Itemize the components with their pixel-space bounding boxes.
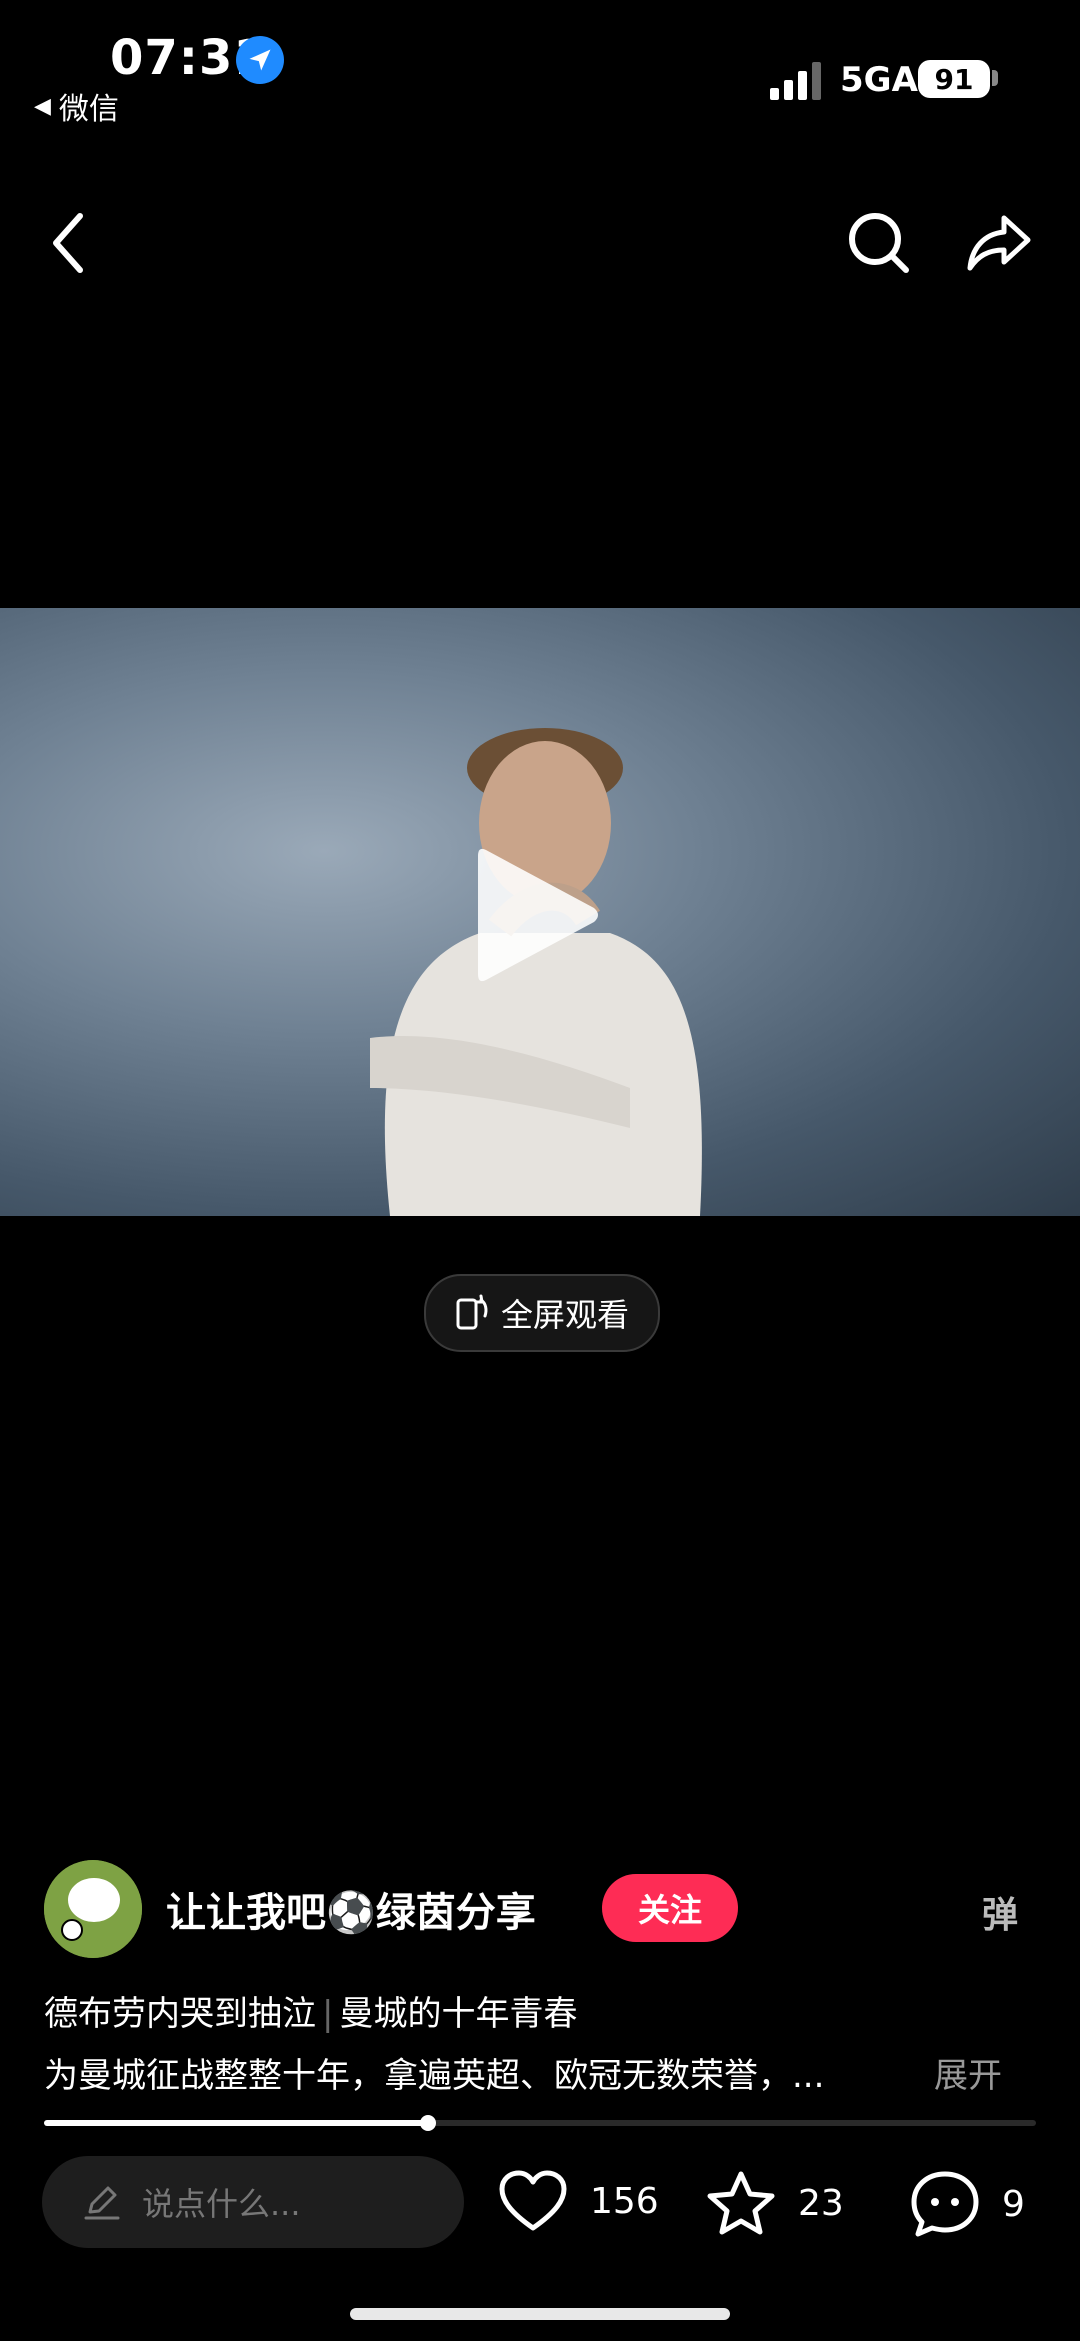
network-type: 5GA (840, 60, 918, 100)
signal-icon (770, 62, 821, 100)
comment-bubble-icon (911, 2171, 979, 2237)
share-icon[interactable] (964, 212, 1034, 274)
video-progress-bar[interactable] (44, 2115, 1036, 2131)
like-button[interactable]: 156 (498, 2170, 659, 2232)
progress-fill (44, 2120, 428, 2126)
follow-button[interactable]: 关注 (602, 1874, 738, 1942)
back-to-app-link[interactable]: ◀ 微信 (34, 84, 119, 128)
title-separator: | (322, 1994, 334, 2034)
video-title: 德布劳内哭到抽泣 | 曼城的十年青春 (44, 1986, 577, 2035)
favorite-button[interactable]: 23 (706, 2170, 844, 2236)
comment-count: 9 (1002, 2183, 1025, 2225)
rotate-fullscreen-icon (456, 1294, 488, 1330)
title-part-1: 德布劳内哭到抽泣 (44, 1994, 316, 2034)
author-name[interactable]: 让让我吧⚽️绿茵分享 (166, 1880, 536, 1938)
heart-icon (499, 2170, 567, 2231)
back-triangle-icon: ◀ (34, 93, 51, 119)
progress-handle[interactable] (419, 2115, 436, 2131)
back-arrow-icon[interactable] (48, 210, 88, 276)
favorite-count: 23 (798, 2182, 844, 2224)
location-arrow-icon (236, 36, 284, 84)
comment-placeholder: 说点什么... (142, 2185, 301, 2223)
battery-indicator: 91 (918, 60, 990, 98)
home-indicator[interactable] (350, 2308, 730, 2320)
avatar[interactable] (44, 1860, 142, 1958)
comment-button[interactable]: 9 (910, 2170, 1025, 2238)
expand-description-link[interactable]: 展开 (934, 2048, 1002, 2097)
fullscreen-label: 全屏观看 (500, 1296, 629, 1334)
video-player[interactable] (0, 608, 1080, 1216)
play-icon[interactable] (472, 840, 602, 990)
like-count: 156 (590, 2180, 659, 2222)
danmaku-toggle[interactable]: 弹 (982, 1886, 1018, 1938)
fullscreen-button[interactable]: 全屏观看 (424, 1274, 660, 1352)
back-app-label: 微信 (58, 92, 119, 127)
pencil-icon (84, 2186, 120, 2220)
comment-input[interactable]: 说点什么... (42, 2156, 464, 2248)
title-part-2: 曼城的十年青春 (339, 1994, 578, 2034)
search-icon[interactable] (846, 210, 912, 276)
star-icon (707, 2171, 775, 2235)
video-description: 为曼城征战整整十年，拿遍英超、欧冠无数荣誉，... (44, 2056, 825, 2096)
battery-tip (992, 70, 998, 86)
